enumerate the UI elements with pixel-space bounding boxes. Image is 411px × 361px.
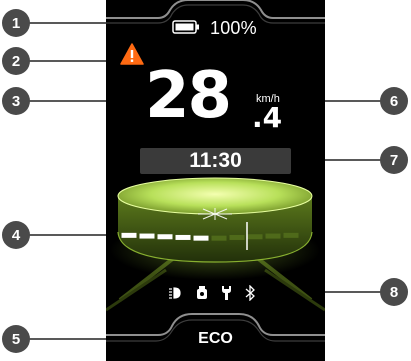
assist-level-segment [211, 235, 227, 241]
battery-icon [172, 20, 199, 34]
assist-level-segment [283, 232, 299, 238]
speed-value: 28 [145, 59, 232, 133]
bluetooth-icon [245, 285, 255, 301]
time-bar: 11:30 [140, 148, 291, 174]
assist-level-segment [265, 233, 281, 239]
assist-level-gauge [117, 177, 313, 263]
wrench-icon [222, 286, 231, 300]
assist-level-segment [193, 235, 209, 241]
assist-level-segment [247, 234, 263, 240]
clock-time: 11:30 [189, 149, 242, 172]
battery-percentage: 100% [210, 18, 257, 38]
speed-decimal: .4 [252, 101, 283, 134]
motor-icon [197, 286, 207, 299]
headlight-icon [169, 287, 181, 299]
warning-icon [120, 43, 144, 65]
assist-level-segment [157, 234, 173, 240]
riding-mode: ECO [198, 330, 233, 347]
status-icon-row [169, 285, 255, 301]
assist-level-segment [229, 234, 245, 240]
assist-level-segment [121, 232, 137, 238]
top-bezel [106, 0, 325, 19]
assist-level-segment [139, 233, 155, 239]
assist-level-segment [175, 234, 191, 240]
ebike-display-screen: 100% 28 km/h .4 11:30 ECO [106, 0, 325, 361]
